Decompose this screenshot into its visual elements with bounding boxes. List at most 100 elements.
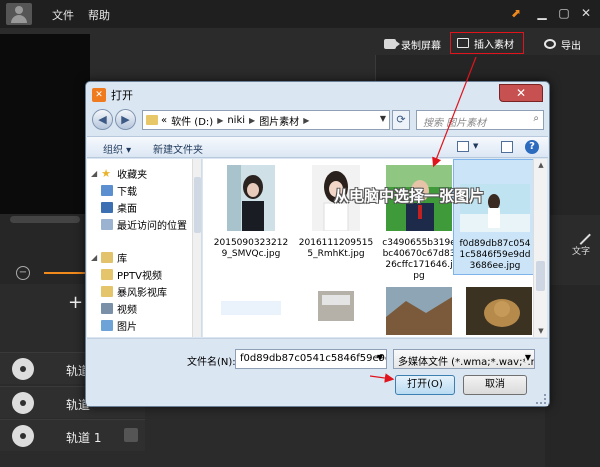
file-name-line: f0d89db87c054 (459, 239, 531, 249)
organize-button[interactable]: 组织 ▾ (103, 141, 131, 156)
scrollbar-thumb[interactable] (194, 177, 201, 233)
desktop-icon (101, 201, 113, 213)
chevron-down-icon[interactable]: ▼ (524, 353, 531, 362)
file-item[interactable] (294, 283, 378, 337)
record-screen-button[interactable]: 录制屏幕 (384, 34, 441, 54)
dialog-footer: 文件名(N): f0d89db87c0541c5846f59e9dc ▼ 多媒体… (87, 338, 548, 406)
user-avatar-icon[interactable] (6, 3, 32, 25)
filename-field[interactable]: f0d89db87c0541c5846f59e9dc ▼ (235, 349, 387, 369)
nav-videos-label: 视频 (117, 304, 137, 316)
file-item[interactable] (457, 283, 533, 337)
address-bar[interactable]: « 软件 (D:) ▶ niki ▶ 图片素材 ▶ ▼ (142, 110, 390, 130)
menu-file[interactable]: 文件 (52, 7, 74, 23)
preview-pane-icon[interactable] (501, 141, 513, 153)
text-tool-button[interactable]: 文字 (566, 225, 596, 260)
file-name-line: 2015090323212 (213, 238, 289, 248)
preview-scrollbar[interactable] (10, 216, 80, 223)
open-button[interactable]: 打开(O) (395, 375, 455, 395)
file-name-line: 3686ee.jpg (469, 261, 521, 271)
file-name-line: 5_RmhKt.jpg (307, 249, 365, 259)
file-item[interactable] (209, 283, 293, 337)
chevron-right-icon[interactable]: ▶ (217, 116, 223, 125)
nav-downloads-label: 下载 (117, 186, 137, 198)
filetype-select[interactable]: 多媒体文件 (*.wma;*.wav;*.mp ▼ (393, 349, 535, 369)
nav-recent[interactable]: 最近访问的位置 (101, 216, 187, 232)
insert-media-button[interactable]: 插入素材 (450, 32, 524, 54)
restore-icon[interactable]: ⬈ (508, 5, 524, 21)
nav-desktop-label: 桌面 (117, 203, 137, 215)
export-label: 导出 (561, 40, 581, 52)
zoom-out-icon[interactable]: − (16, 266, 30, 280)
refresh-icon[interactable]: ⟳ (392, 110, 410, 130)
breadcrumb-drive[interactable]: 软件 (D:) (171, 113, 213, 128)
dialog-close-button[interactable]: ✕ (499, 84, 543, 102)
file-item-selected[interactable]: f0d89db87c054 1c5846f59e9dd 3686ee.jpg (453, 159, 533, 275)
app-titlebar: 文件 帮助 ⬈ ▁ ▢ ✕ (0, 0, 600, 28)
nav-videos[interactable]: 视频 (101, 300, 137, 316)
search-icon[interactable]: ⌕ (533, 113, 539, 124)
navigation-pane: ◢ ★ 收藏夹 下载 桌面 最近访问的位置 ◢ 库 PPTV视频 暴风影视库 视… (87, 159, 202, 337)
record-screen-label: 录制屏幕 (401, 40, 441, 52)
nav-desktop[interactable]: 桌面 (101, 199, 137, 215)
file-list-scrollbar[interactable]: ▲ ▼ (533, 159, 547, 337)
zoom-slider[interactable] (44, 272, 88, 274)
new-folder-button[interactable]: 新建文件夹 (153, 141, 203, 156)
minimize-icon[interactable]: ▁ (534, 5, 550, 21)
nav-baofeng[interactable]: 暴风影视库 (101, 283, 167, 299)
file-thumbnail (386, 287, 452, 335)
nav-pptv[interactable]: PPTV视频 (101, 266, 162, 282)
video-preview (0, 34, 90, 214)
back-icon[interactable]: ◀ (92, 109, 113, 130)
chevron-down-icon[interactable]: ▼ (473, 142, 478, 150)
scroll-down-icon[interactable]: ▼ (536, 327, 546, 335)
nav-favorites[interactable]: ◢ ★ 收藏夹 (91, 165, 147, 181)
file-item[interactable] (377, 283, 461, 337)
forward-icon[interactable]: ▶ (115, 109, 136, 130)
chevron-down-icon[interactable]: ▼ (380, 114, 386, 123)
breadcrumb-images[interactable]: 图片素材 (259, 113, 299, 128)
track-row[interactable]: 轨道 1 (0, 419, 145, 451)
recent-places-icon (101, 218, 113, 230)
chevron-down-icon[interactable]: ▼ (377, 353, 383, 362)
library-icon (101, 251, 114, 263)
file-item[interactable]: 2016111209515 5_RmhKt.jpg (294, 161, 378, 260)
scroll-up-icon[interactable]: ▲ (536, 161, 546, 169)
resize-grip-icon[interactable] (536, 394, 546, 404)
folder-icon (457, 38, 469, 48)
file-item[interactable]: c3490655b319e bc40670c67d83 26cffc171646… (377, 161, 461, 282)
view-options-icon[interactable] (457, 141, 469, 152)
chevron-right-icon[interactable]: ▶ (303, 116, 309, 125)
nav-recent-label: 最近访问的位置 (117, 220, 187, 232)
file-item[interactable]: 2015090323212 9_SMVQc.jpg (209, 161, 293, 260)
nav-pictures[interactable]: 图片 (101, 317, 137, 333)
add-track-button[interactable]: + (68, 292, 83, 313)
scrollbar-thumb[interactable] (536, 261, 545, 291)
menu-help[interactable]: 帮助 (88, 7, 110, 23)
file-thumbnail (216, 287, 286, 335)
file-name-line: 1c5846f59e9dd (459, 250, 531, 260)
chevron-down-icon: ◢ (91, 252, 98, 262)
nav-downloads[interactable]: 下载 (101, 182, 137, 198)
nav-documents[interactable]: 文档 (101, 334, 137, 337)
maximize-icon[interactable]: ▢ (556, 5, 572, 21)
export-button[interactable]: 导出 (544, 34, 581, 54)
search-input[interactable]: 搜索 图片素材 ⌕ (416, 110, 544, 130)
chevron-down-icon: ◢ (91, 168, 98, 178)
navigation-row: ◀ ▶ « 软件 (D:) ▶ niki ▶ 图片素材 ▶ ▼ ⟳ 搜索 图片素… (92, 109, 544, 133)
chevron-right-icon[interactable]: ▶ (249, 116, 255, 125)
file-name-line: pg (413, 271, 425, 281)
app-logo-icon: ✕ (92, 88, 106, 102)
dialog-title: 打开 (111, 89, 133, 102)
navigation-scrollbar[interactable] (192, 159, 201, 337)
nav-library[interactable]: ◢ 库 (91, 249, 127, 265)
lock-icon[interactable] (124, 428, 138, 442)
cancel-button[interactable]: 取消 (463, 375, 527, 395)
breadcrumb-niki[interactable]: niki (227, 115, 245, 126)
film-reel-icon (12, 425, 34, 447)
close-icon[interactable]: ✕ (578, 5, 594, 21)
pen-icon (571, 225, 591, 245)
video-library-icon (101, 302, 113, 314)
breadcrumb-root[interactable]: « (161, 115, 167, 126)
command-bar: 组织 ▾ 新建文件夹 ▼ ? (87, 136, 548, 158)
help-icon[interactable]: ? (525, 140, 539, 154)
